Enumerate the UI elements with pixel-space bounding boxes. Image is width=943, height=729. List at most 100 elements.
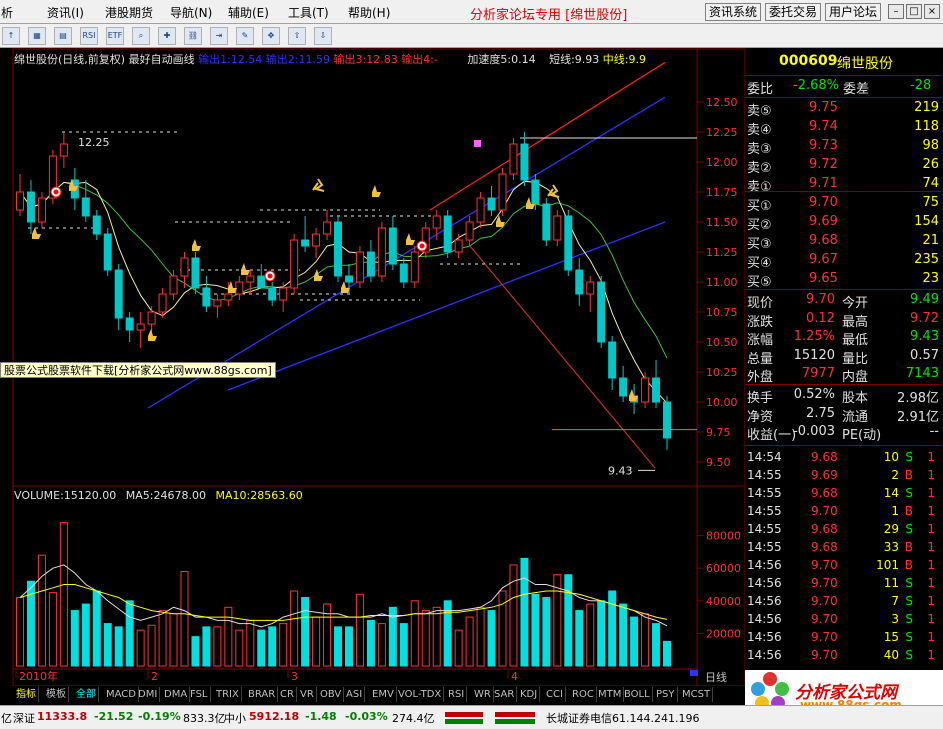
maximize-button[interactable]: □ (906, 4, 922, 19)
volume-bar (410, 600, 419, 667)
info-system-button[interactable]: 资讯系统 (705, 3, 762, 21)
tick-row: 14:56 9.70 40 S 1 (745, 647, 941, 665)
tab-trix[interactable]: TRIX (214, 687, 242, 702)
ad-banner[interactable]: 股票公式股票软件下载[分析家公式网www.88gs.com] (0, 362, 276, 378)
tab-rsi[interactable]: RSI (446, 687, 468, 702)
tab-fsl[interactable]: FSL (188, 687, 211, 702)
import-icon[interactable]: ⇥ (210, 27, 228, 45)
stat-label: 量比 (842, 351, 869, 367)
candle-body (16, 191, 24, 211)
stat-label: 今开 (842, 296, 869, 311)
stat-label: 外盘 (747, 370, 774, 385)
tab-asi[interactable]: ASI (344, 687, 366, 702)
tab-cci[interactable]: CCI (544, 687, 566, 702)
menu-item-assist[interactable]: 辅助(E) (228, 4, 269, 21)
candle-body (476, 197, 485, 223)
tool-icon[interactable]: ✚ (158, 27, 176, 45)
candle-body (114, 269, 123, 319)
tab-模板[interactable]: 模板 (44, 687, 69, 702)
menu-item-help[interactable]: 帮助(H) (348, 4, 390, 21)
buy-volume: 235 (914, 252, 939, 267)
volume-bar (465, 616, 474, 667)
zx-label[interactable]: 中小 (224, 710, 246, 726)
volume-bar (355, 593, 364, 667)
tab-全部[interactable]: 全部 (74, 687, 99, 702)
candle-body (37, 197, 46, 223)
trade-button[interactable]: 委托交易 (765, 3, 822, 21)
tab-sar[interactable]: SAR (492, 687, 518, 702)
volume-bar (344, 626, 353, 667)
chart-icon[interactable]: ▦ (28, 27, 46, 45)
down-arrow-icon[interactable]: ⇩ (314, 27, 332, 45)
tick-time: 14:54 (747, 450, 782, 464)
tick-time: 14:56 (747, 594, 782, 608)
tab-emv[interactable]: EMV (370, 687, 397, 702)
hand-signal-icon (406, 233, 415, 245)
sell-level-label: 卖① (747, 180, 772, 195)
price-tick-label: 12.25 (706, 126, 738, 139)
candle-body (81, 197, 90, 217)
tick-row: 14:55 9.68 14 S 1 (745, 485, 941, 503)
stat-label: 总量 (747, 351, 774, 367)
tab-kdj[interactable]: KDJ (518, 687, 541, 702)
stat-value: 9.49 (910, 292, 939, 307)
tab-vol-tdx[interactable]: VOL-TDX (396, 687, 445, 702)
tab-macd[interactable]: MACD (104, 687, 139, 702)
tab-boll[interactable]: BOLL (622, 687, 653, 702)
weicha-value: -28 (910, 78, 932, 93)
tab-cr[interactable]: CR (278, 687, 297, 702)
candle-body (26, 191, 35, 223)
tab-wr[interactable]: WR (472, 687, 494, 702)
fund-value: 2.98亿 (897, 391, 939, 406)
tab-vr[interactable]: VR (298, 687, 317, 702)
tick-volume: 101 (876, 558, 899, 572)
menu-item-analysis[interactable]: 析 (1, 4, 13, 21)
price-tick-label: 10.00 (706, 396, 738, 409)
fund-value: -- (929, 424, 939, 439)
tab-mcst[interactable]: MCST (680, 687, 714, 702)
etf-icon[interactable]: ETF (106, 27, 124, 45)
sell-level-row: 卖② 9.72 26 (745, 157, 941, 176)
tab-obv[interactable]: OBV (318, 687, 345, 702)
tab-brar[interactable]: BRAR (246, 687, 279, 702)
output4-value: 输出4:- (401, 53, 438, 66)
period-label[interactable]: 日线 (705, 669, 727, 685)
tick-time: 14:55 (747, 504, 782, 518)
up-arrow-icon[interactable]: ⇧ (288, 27, 306, 45)
candle-body (553, 215, 562, 241)
candle-body (575, 269, 584, 295)
tab-dma[interactable]: DMA (162, 687, 191, 702)
candle-body (59, 143, 68, 157)
trend-line-output3 (429, 61, 666, 211)
menu-item-info[interactable]: 资讯(I) (47, 4, 84, 21)
tick-row: 14:56 9.70 11 S 1 (745, 575, 941, 593)
minimize-button[interactable]: – (888, 4, 904, 19)
menu-item-navigate[interactable]: 导航(N) (170, 4, 212, 21)
menu-item-tools[interactable]: 工具(T) (288, 4, 329, 21)
arrow-up-icon[interactable]: ↑ (2, 27, 20, 45)
candle-body (355, 251, 364, 283)
tick-price: 9.70 (811, 630, 838, 644)
volume-bar (542, 597, 551, 667)
quote-stat-row: 外盘 7977 内盘 7143 (745, 366, 941, 385)
menu-item-hk-futures[interactable]: 港股期货 (105, 4, 153, 21)
forum-button[interactable]: 用户论坛 (825, 3, 882, 21)
buy-level-label: 买③ (747, 237, 772, 252)
tick-count: 1 (927, 450, 935, 464)
tab-指标[interactable]: 指标 (14, 687, 39, 702)
link-icon[interactable]: ⛓ (184, 27, 202, 45)
bar-chart-icon[interactable]: ▤ (54, 27, 72, 45)
tick-count: 1 (927, 468, 935, 482)
tab-dmi[interactable]: DMI (136, 687, 161, 702)
candle-body (432, 215, 441, 229)
tab-mtm[interactable]: MTM (596, 687, 625, 702)
candle-body (158, 293, 167, 313)
move-icon[interactable]: ✥ (262, 27, 280, 45)
pen-icon[interactable]: ✎ (236, 27, 254, 45)
tab-psy[interactable]: PSY (654, 687, 678, 702)
zoom-icon[interactable]: ⌕ (132, 27, 150, 45)
close-button[interactable]: × (924, 4, 940, 19)
tab-roc[interactable]: ROC (570, 687, 597, 702)
sz-label[interactable]: 深证 (13, 710, 35, 726)
rsi-icon[interactable]: RSI (80, 27, 98, 45)
